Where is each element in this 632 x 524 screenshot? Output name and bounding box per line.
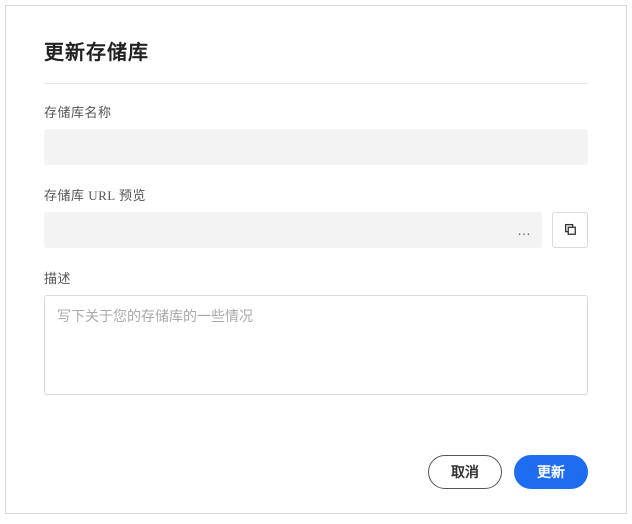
repo-url-field: 存储库 URL 预览 … <box>44 185 588 248</box>
submit-button[interactable]: 更新 <box>514 455 588 489</box>
url-truncated-indicator: … <box>517 222 532 238</box>
dialog-footer: 取消 更新 <box>44 435 588 489</box>
copy-icon <box>563 222 577 239</box>
repo-name-input[interactable] <box>44 129 588 165</box>
repo-name-label: 存储库名称 <box>44 102 588 121</box>
copy-url-button[interactable] <box>552 212 588 248</box>
repo-url-label: 存储库 URL 预览 <box>44 185 588 204</box>
repo-name-field: 存储库名称 <box>44 102 588 165</box>
description-label: 描述 <box>44 268 588 287</box>
description-field: 描述 <box>44 268 588 400</box>
repo-url-preview: … <box>44 212 542 248</box>
update-repository-dialog: 更新存储库 存储库名称 存储库 URL 预览 … 描述 取消 <box>5 5 627 514</box>
cancel-button[interactable]: 取消 <box>428 455 502 489</box>
dialog-title: 更新存储库 <box>44 36 588 65</box>
divider <box>44 83 588 84</box>
description-textarea[interactable] <box>44 295 588 395</box>
